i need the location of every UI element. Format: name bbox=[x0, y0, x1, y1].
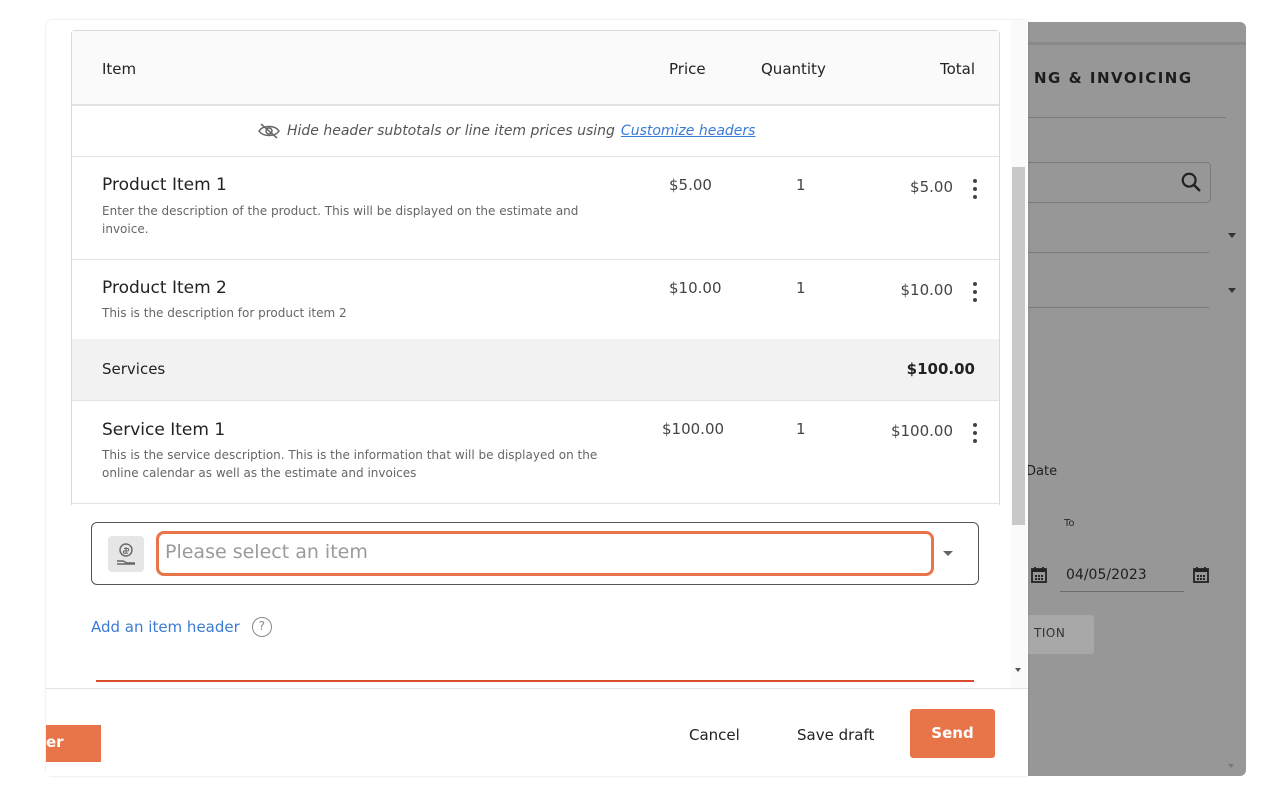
modal-scroll-area[interactable]: Item Price Quantity Total Hide header su… bbox=[46, 20, 1028, 688]
background-select-2 bbox=[1000, 307, 1209, 308]
background-date-label: Date bbox=[1026, 464, 1058, 479]
customize-headers-link[interactable]: Customize headers bbox=[621, 123, 756, 139]
table-header: Item Price Quantity Total bbox=[72, 31, 999, 106]
modal-footer: er Cancel Save draft Send bbox=[46, 688, 1028, 776]
background-page: NG & INVOICING Date To 04/05/2023 TION bbox=[1000, 22, 1246, 776]
line-items-table: Item Price Quantity Total Hide header su… bbox=[71, 30, 1000, 505]
more-options-icon[interactable] bbox=[973, 282, 977, 302]
item-icon-box bbox=[108, 536, 144, 572]
item-quantity: 1 bbox=[796, 176, 806, 194]
chevron-down-icon[interactable] bbox=[943, 551, 953, 556]
item-description: This is the service description. This is… bbox=[102, 448, 598, 480]
item-quantity: 1 bbox=[796, 420, 806, 438]
item-description: This is the description for product item… bbox=[102, 306, 347, 320]
hint-text: Hide header subtotals or line item price… bbox=[287, 123, 615, 139]
background-top-divider bbox=[1000, 42, 1246, 45]
header-total: Total bbox=[939, 60, 975, 78]
item-price: $5.00 bbox=[669, 176, 712, 194]
background-section-title: NG & INVOICING bbox=[1034, 69, 1193, 87]
item-total: $100.00 bbox=[890, 422, 953, 440]
item-total: $10.00 bbox=[900, 281, 954, 299]
scroll-down-arrow-icon bbox=[1228, 764, 1234, 768]
invoice-modal: Item Price Quantity Total Hide header su… bbox=[46, 20, 1028, 776]
save-draft-button[interactable]: Save draft bbox=[797, 726, 874, 744]
item-name: Product Item 2 bbox=[102, 278, 227, 298]
add-item-header-label[interactable]: Add an item header bbox=[91, 618, 240, 636]
background-select-1 bbox=[1000, 252, 1209, 253]
table-row: Product Item 1 Enter the description of … bbox=[72, 157, 999, 260]
hand-money-icon bbox=[117, 543, 135, 565]
item-description: Enter the description of the product. Th… bbox=[102, 204, 579, 236]
background-to-label: To bbox=[1064, 518, 1075, 529]
cancel-button[interactable]: Cancel bbox=[689, 726, 740, 744]
footer-left-button[interactable]: er bbox=[46, 725, 101, 762]
send-button[interactable]: Send bbox=[910, 709, 995, 758]
section-name: Services bbox=[102, 360, 166, 378]
item-select-placeholder: Please select an item bbox=[165, 541, 368, 563]
header-item: Item bbox=[102, 60, 137, 78]
help-icon[interactable]: ? bbox=[251, 617, 272, 637]
calendar-icon bbox=[1031, 567, 1047, 583]
background-divider bbox=[1000, 117, 1226, 118]
table-row: Product Item 2 This is the description f… bbox=[72, 260, 999, 340]
background-search-field bbox=[1000, 162, 1211, 203]
item-select[interactable]: Please select an item bbox=[91, 522, 979, 585]
chevron-down-icon bbox=[1228, 288, 1236, 293]
section-total: $100.00 bbox=[906, 360, 975, 378]
item-search-input[interactable]: Please select an item bbox=[156, 531, 934, 576]
item-quantity: 1 bbox=[796, 279, 806, 297]
item-price: $100.00 bbox=[662, 420, 725, 438]
scrollbar[interactable] bbox=[1011, 20, 1027, 688]
header-price: Price bbox=[669, 60, 706, 78]
add-item-header-link[interactable]: Add an item header ? bbox=[91, 617, 272, 637]
item-total: $5.00 bbox=[910, 178, 953, 196]
customize-hint-row: Hide header subtotals or line item price… bbox=[72, 108, 999, 157]
calendar-icon bbox=[1193, 567, 1209, 583]
section-header-row: Services $100.00 bbox=[72, 339, 999, 401]
more-options-icon[interactable] bbox=[973, 179, 977, 199]
scroll-down-arrow-icon[interactable] bbox=[1015, 668, 1021, 672]
background-action-button: TION bbox=[1026, 615, 1094, 654]
validation-underline bbox=[96, 680, 974, 682]
item-price: $10.00 bbox=[669, 279, 722, 297]
background-date-underline bbox=[1060, 591, 1184, 592]
background-to-date: 04/05/2023 bbox=[1066, 567, 1147, 583]
eye-slash-icon bbox=[258, 123, 280, 139]
header-quantity: Quantity bbox=[761, 60, 826, 78]
search-icon bbox=[1181, 172, 1201, 192]
table-row: Service Item 1 This is the service descr… bbox=[72, 401, 999, 504]
chevron-down-icon bbox=[1228, 233, 1236, 238]
scrollbar-thumb[interactable] bbox=[1012, 167, 1025, 525]
more-options-icon[interactable] bbox=[973, 423, 977, 443]
item-name: Service Item 1 bbox=[102, 420, 226, 440]
item-name: Product Item 1 bbox=[102, 175, 227, 195]
